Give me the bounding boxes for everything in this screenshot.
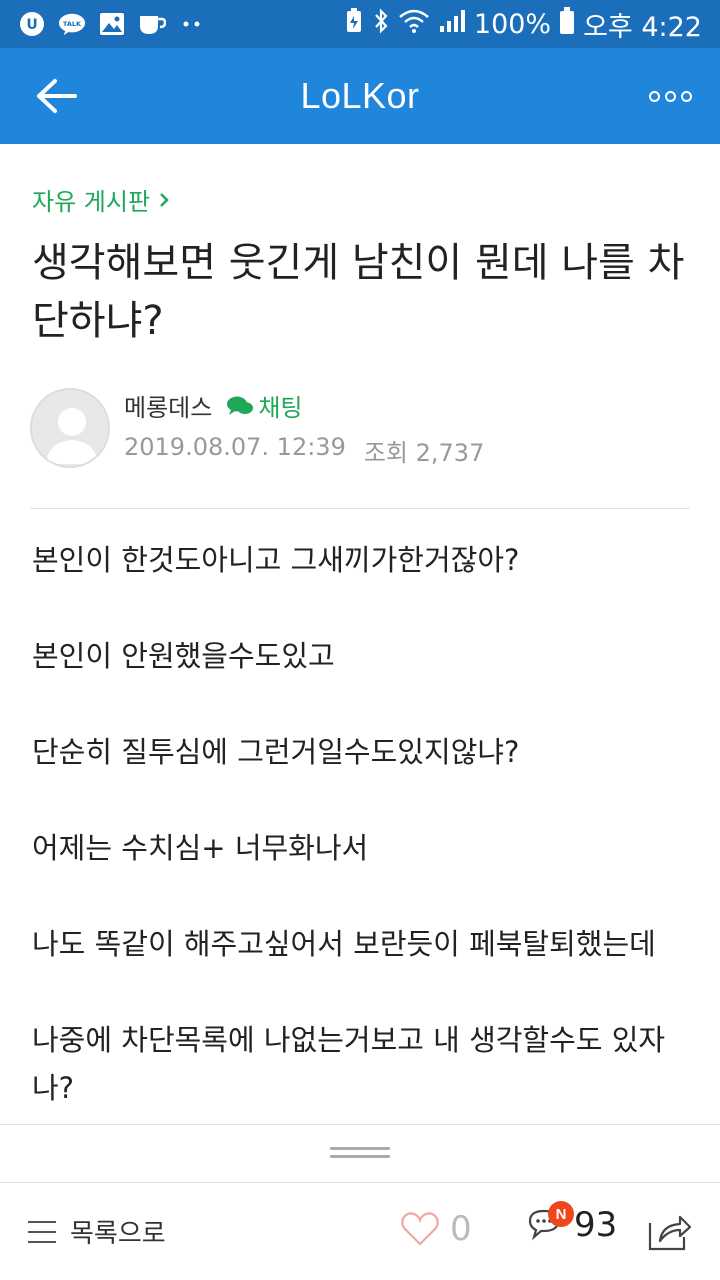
more-dot-icon <box>648 90 660 102</box>
battery-percent: 100% <box>473 8 552 40</box>
bottom-sheet-handle[interactable] <box>0 1124 720 1182</box>
post-body: 본인이 한것도아니고 그새끼가한거잖아? 본인이 안원했을수도있고 단순히 질투… <box>32 536 692 1124</box>
app-bar: LoLKor <box>0 48 720 144</box>
post-paragraph: 단순히 질투심에 그런거일수도있지않냐? <box>32 735 520 769</box>
post-paragraph: 어제는 수치심+ 너무화나서 <box>32 831 369 865</box>
app-title: LoLKor <box>300 75 420 116</box>
post-paragraph: 나도 똑같이 해주고싶어서 보란듯이 페북탈퇴했는데 <box>32 927 656 961</box>
post-date: 2019.08.07. 12:39 <box>124 433 346 461</box>
list-label: 목록으로 <box>70 1219 166 1249</box>
comments-button[interactable]: N 93 <box>524 1201 618 1247</box>
back-button[interactable] <box>28 72 84 120</box>
view-count: 조회 2,737 <box>363 439 485 467</box>
gallery-icon <box>98 11 126 37</box>
clock: 오후 4:22 <box>583 11 702 43</box>
post-content[interactable]: 자유 게시판 생각해보면 웃긴게 남친이 뭔데 나를 차단하냐? 메롱데스 채팅… <box>0 144 720 1124</box>
kakaotalk-icon: TALK <box>58 11 86 37</box>
system-indicators: 100% 오후 4:22 <box>344 5 702 44</box>
chat-button[interactable]: 채팅 <box>226 388 303 423</box>
chat-label: 채팅 <box>258 394 303 422</box>
more-dot-icon <box>664 90 676 102</box>
heart-icon <box>401 1212 439 1246</box>
author-section: 메롱데스 채팅 2019.08.07. 12:39 조회 2,737 <box>30 388 484 468</box>
comment-count: 93 <box>574 1205 618 1245</box>
status-bar: U TALK 100% 오후 4:22 <box>0 0 720 48</box>
post-paragraph: 본인이 안원했을수도있고 <box>32 639 335 673</box>
more-dots-icon <box>178 11 206 37</box>
drag-handle-icon <box>330 1147 390 1159</box>
like-count: 0 <box>450 1209 472 1249</box>
chevron-right-icon <box>160 192 169 207</box>
bottom-action-bar: 목록으로 0 N 93 <box>0 1182 720 1280</box>
chat-bubble-icon <box>227 396 254 415</box>
share-icon <box>648 1215 692 1251</box>
author-name[interactable]: 메롱데스 <box>124 388 212 423</box>
new-comment-badge: N <box>548 1201 574 1227</box>
like-button[interactable]: 0 <box>400 1209 472 1249</box>
bluetooth-icon <box>372 7 390 41</box>
back-to-list-button[interactable]: 목록으로 <box>26 1213 166 1250</box>
share-button[interactable] <box>646 1209 692 1255</box>
notification-icons: U TALK <box>18 11 206 37</box>
more-options-button[interactable] <box>642 78 698 114</box>
u-plus-icon: U <box>18 11 46 37</box>
post-paragraph: 본인이 한것도아니고 그새끼가한거잖아? <box>32 543 520 577</box>
battery-icon <box>559 6 575 42</box>
board-name: 자유 게시판 <box>32 188 151 216</box>
more-dot-icon <box>680 90 692 102</box>
svg-text:U: U <box>26 17 37 33</box>
battery-saver-icon <box>344 7 364 41</box>
avatar[interactable] <box>30 388 110 468</box>
default-avatar-icon <box>46 408 98 464</box>
wifi-icon <box>398 8 430 41</box>
back-arrow-icon <box>37 79 77 113</box>
cup-icon <box>138 11 166 37</box>
board-breadcrumb[interactable]: 자유 게시판 <box>32 182 170 217</box>
list-icon <box>28 1220 56 1243</box>
signal-icon <box>438 8 466 41</box>
post-paragraph: 나중에 차단목록에 나없는거보고 내 생각할수도 있자나? <box>32 1023 666 1105</box>
post-title: 생각해보면 웃긴게 남친이 뭔데 나를 차단하냐? <box>32 240 685 344</box>
divider <box>30 508 690 509</box>
kakao-label: TALK <box>63 20 82 28</box>
